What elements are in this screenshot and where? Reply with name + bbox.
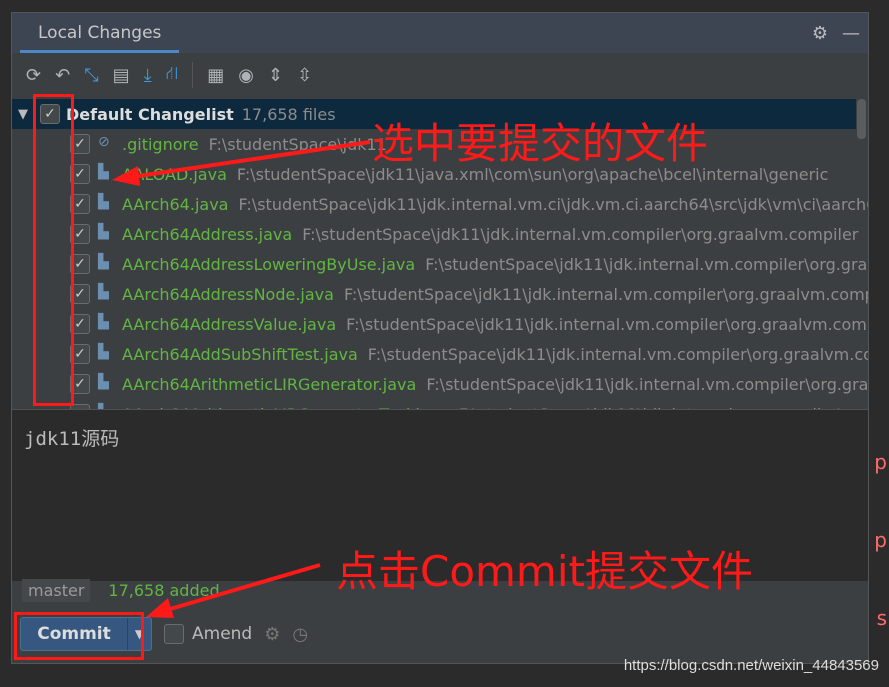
annotation-select-files: 选中要提交的文件 xyxy=(372,119,709,168)
annotation-click-commit: 点击Commit提交文件 xyxy=(336,547,753,596)
watermark: https://blog.csdn.net/weixin_44843569 xyxy=(623,657,879,674)
